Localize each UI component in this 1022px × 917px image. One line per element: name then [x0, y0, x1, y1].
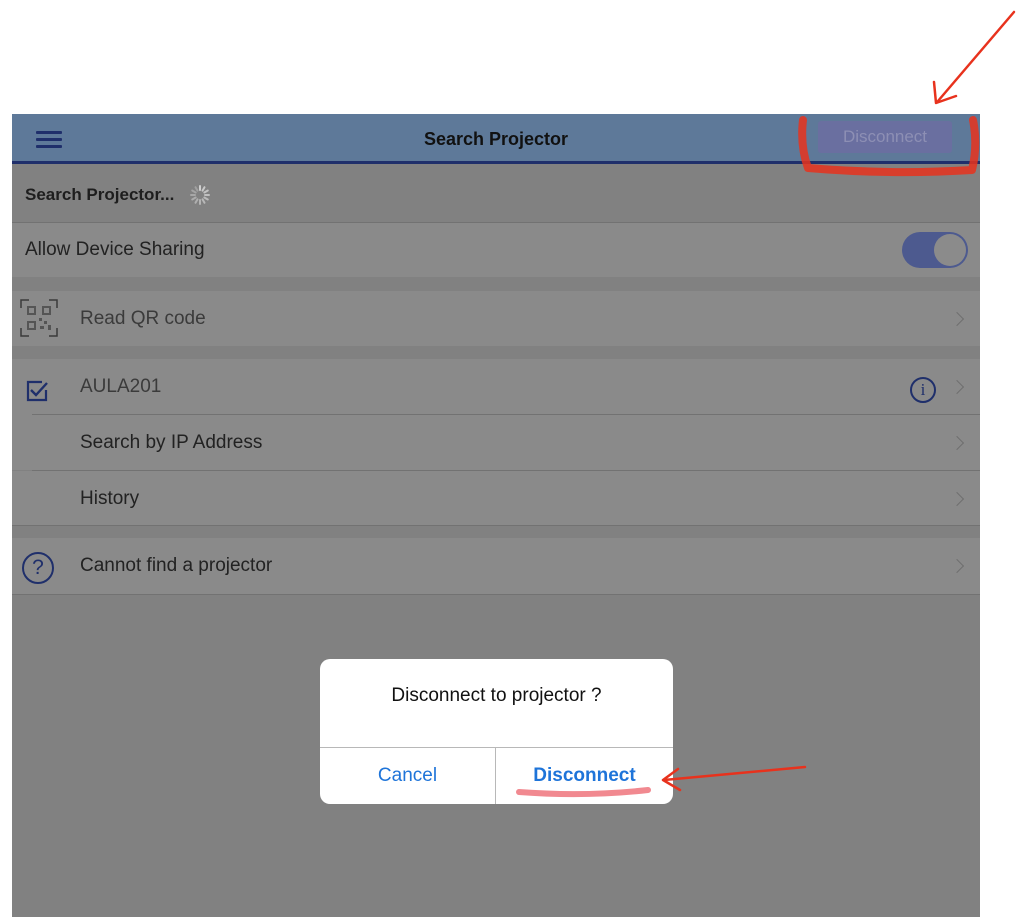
projector-row-aula201[interactable]: AULA201 i	[12, 359, 980, 415]
divider	[12, 525, 980, 526]
cannot-find-projector-row[interactable]: ? Cannot find a projector	[12, 538, 980, 594]
read-qr-code-row[interactable]: Read QR code	[12, 291, 980, 346]
chevron-right-icon	[949, 491, 965, 506]
search-status-row: Search Projector...	[12, 167, 980, 222]
history-label: History	[80, 487, 140, 509]
qr-code-icon	[20, 299, 58, 337]
app-screen: Search Projector Disconnect Search Proje…	[12, 114, 980, 917]
search-status-text: Search Projector...	[25, 184, 175, 204]
search-by-ip-row[interactable]: Search by IP Address	[12, 415, 980, 470]
cannot-find-projector-label: Cannot find a projector	[80, 555, 273, 576]
chevron-right-icon	[949, 311, 965, 326]
disconnect-nav-button[interactable]: Disconnect	[818, 121, 952, 153]
navigation-bar: Search Projector Disconnect	[12, 114, 980, 164]
divider	[12, 594, 980, 595]
cancel-button[interactable]: Cancel	[320, 748, 495, 804]
info-icon[interactable]: i	[910, 377, 936, 403]
allow-device-sharing-label: Allow Device Sharing	[25, 239, 205, 260]
annotation-arrow-top	[936, 10, 1016, 103]
search-by-ip-label: Search by IP Address	[80, 431, 263, 453]
chevron-right-icon	[949, 435, 965, 450]
allow-device-sharing-row: Allow Device Sharing	[12, 223, 980, 277]
question-mark-icon: ?	[22, 552, 54, 584]
chevron-right-icon	[949, 558, 965, 574]
toggle-knob	[934, 234, 966, 266]
checkbox-checked-icon	[26, 380, 48, 402]
loading-spinner-icon	[188, 183, 212, 207]
projector-name: AULA201	[80, 376, 162, 397]
allow-device-sharing-toggle[interactable]	[902, 232, 968, 268]
dialog-message: Disconnect to projector ?	[391, 685, 602, 706]
history-row[interactable]: History	[12, 471, 980, 526]
read-qr-code-label: Read QR code	[80, 307, 206, 329]
disconnect-button[interactable]: Disconnect	[496, 748, 673, 804]
chevron-right-icon	[949, 379, 965, 395]
disconnect-confirm-dialog: Disconnect to projector ? Cancel Disconn…	[320, 659, 673, 804]
